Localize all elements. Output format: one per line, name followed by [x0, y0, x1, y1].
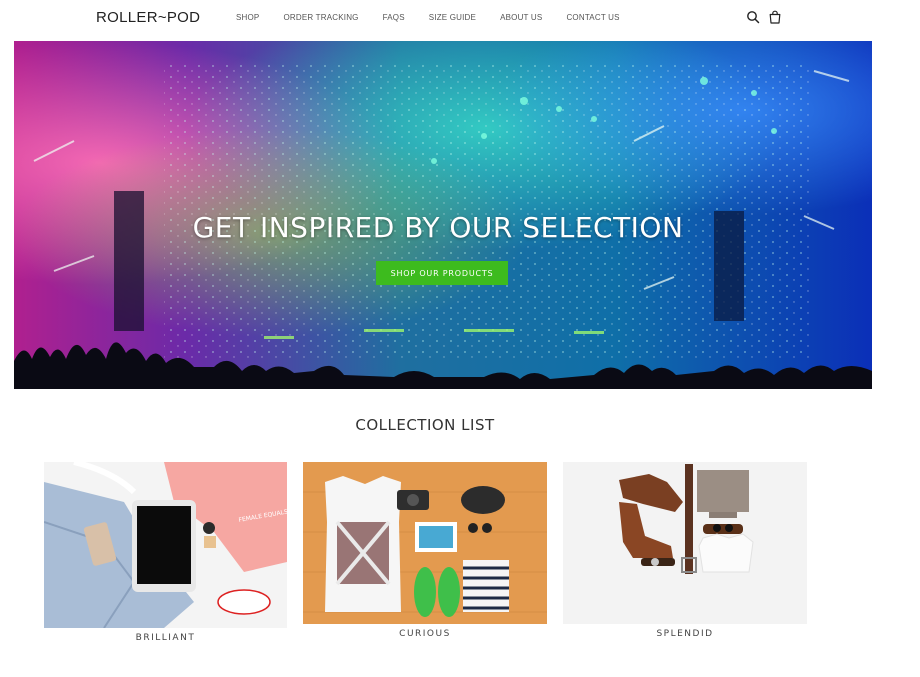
main-nav: SHOP ORDER TRACKING FAQS SIZE GUIDE ABOU…: [236, 13, 644, 22]
site-logo[interactable]: ROLLER~POD: [96, 9, 200, 26]
nav-link-faqs[interactable]: FAQS: [383, 13, 405, 22]
nav-link-shop[interactable]: SHOP: [236, 13, 259, 22]
shopping-bag-icon[interactable]: [768, 10, 782, 24]
collection-image-brilliant: FEMALE EQUALS: [44, 462, 287, 628]
collection-list-title: COLLECTION LIST: [355, 416, 495, 434]
collection-label-curious: CURIOUS: [399, 629, 451, 639]
hero-title: GET INSPIRED BY OUR SELECTION: [192, 211, 684, 244]
nav-link-order-tracking[interactable]: ORDER TRACKING: [283, 13, 358, 22]
hero-banner: GET INSPIRED BY OUR SELECTION SHOP OUR P…: [14, 41, 872, 389]
nav-link-contact-us[interactable]: CONTACT US: [566, 13, 619, 22]
nav-link-size-guide[interactable]: SIZE GUIDE: [429, 13, 476, 22]
search-icon[interactable]: [746, 10, 760, 24]
site-header: ROLLER~POD SHOP ORDER TRACKING FAQS SIZE…: [0, 0, 920, 36]
collection-card-curious[interactable]: CURIOUS: [303, 462, 547, 642]
collection-card-splendid[interactable]: SPLENDID: [563, 462, 807, 642]
collection-image-curious: [303, 462, 547, 624]
collection-label-splendid: SPLENDID: [656, 629, 714, 639]
collection-card-brilliant[interactable]: FEMALE EQUALS BRILLIANT: [44, 462, 287, 647]
shop-our-products-button[interactable]: SHOP OUR PRODUCTS: [376, 261, 508, 285]
nav-link-about-us[interactable]: ABOUT US: [500, 13, 542, 22]
collection-image-splendid: [563, 462, 807, 624]
collection-label-brilliant: BRILLIANT: [135, 633, 196, 643]
